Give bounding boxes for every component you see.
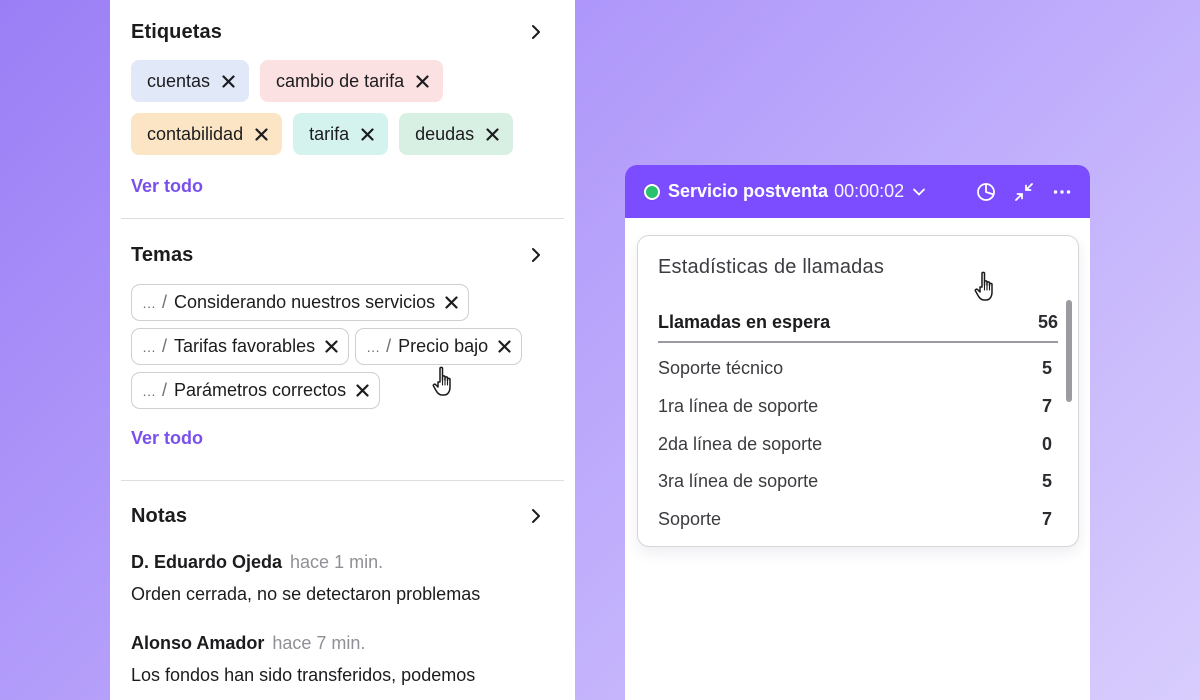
note-item: Alonso Amador hace 7 min. Los fondos han … bbox=[131, 633, 564, 686]
remove-icon[interactable] bbox=[325, 340, 338, 353]
topic-label: Parámetros correctos bbox=[174, 380, 347, 400]
status-indicator bbox=[644, 183, 660, 200]
topic-chip[interactable]: … / Tarifas favorables bbox=[131, 328, 350, 365]
call-timer: 00:00:02 bbox=[834, 181, 905, 201]
stats-divider bbox=[658, 341, 1058, 343]
service-name: Servicio postventa bbox=[668, 181, 829, 201]
tag-chip-cuentas[interactable]: cuentas bbox=[131, 60, 250, 102]
remove-icon[interactable] bbox=[498, 340, 511, 353]
tags-title: Etiquetas bbox=[131, 20, 222, 43]
stat-label: 2da línea de soporte bbox=[658, 433, 823, 454]
tag-chip-deudas[interactable]: deudas bbox=[399, 113, 514, 155]
separator: / bbox=[162, 292, 168, 312]
tag-label: contabilidad bbox=[147, 123, 244, 144]
notes-header[interactable]: Notas bbox=[131, 501, 544, 531]
topic-label: Considerando nuestros servicios bbox=[174, 292, 436, 312]
stats-row: Soporte 7 bbox=[658, 501, 1058, 539]
tag-list: cuentas cambio de tarifa contabilidad ta… bbox=[131, 60, 551, 155]
stats-row: 1ra línea de soporte 7 bbox=[658, 388, 1058, 426]
topic-list: … / Considerando nuestros servicios … / Ta… bbox=[131, 284, 551, 409]
stats-scrollbar[interactable] bbox=[1066, 300, 1072, 402]
topics-see-all-link[interactable]: Ver todo bbox=[131, 428, 203, 449]
remove-icon[interactable] bbox=[222, 74, 235, 88]
topic-chip[interactable]: … / Considerando nuestros servicios bbox=[131, 284, 470, 321]
chevron-down-icon[interactable] bbox=[912, 185, 926, 199]
stat-value: 56 bbox=[1037, 311, 1058, 332]
topic-chip[interactable]: … / Precio bajo bbox=[355, 328, 523, 365]
topics-section: Temas … / Considerando nuestros servicios… bbox=[110, 219, 575, 452]
stats-title: Estadísticas de llamadas bbox=[658, 256, 885, 278]
notes-section: Notas D. Eduardo Ojeda hace 1 min. Orden … bbox=[110, 481, 575, 686]
note-text: Orden cerrada, no se detectaron problema… bbox=[131, 584, 481, 604]
topics-header[interactable]: Temas bbox=[131, 240, 544, 270]
topic-label: Precio bajo bbox=[398, 336, 489, 356]
note-author: Alonso Amador bbox=[131, 633, 265, 653]
tag-label: cuentas bbox=[147, 70, 211, 91]
remove-icon[interactable] bbox=[361, 127, 374, 141]
notes-list: D. Eduardo Ojeda hace 1 min. Orden cerrad… bbox=[131, 552, 564, 686]
tag-chip-cambio-de-tarifa[interactable]: cambio de tarifa bbox=[260, 60, 444, 102]
topics-title: Temas bbox=[131, 243, 194, 266]
header-actions bbox=[976, 182, 1072, 202]
stat-value: 5 bbox=[1041, 358, 1052, 379]
note-time: hace 1 min. bbox=[290, 552, 384, 572]
stat-label: 3ra línea de soporte bbox=[658, 471, 819, 492]
ellipsis: … bbox=[142, 294, 156, 311]
stat-value: 0 bbox=[1041, 433, 1052, 454]
stats-row: 2da línea de soporte 0 bbox=[658, 425, 1058, 463]
chevron-right-icon[interactable] bbox=[528, 24, 544, 40]
call-widget: Servicio postventa 00:00:02 Estadísticas… bbox=[625, 165, 1090, 700]
ellipsis: … bbox=[142, 338, 156, 355]
note-author: D. Eduardo Ojeda bbox=[131, 552, 283, 572]
tags-section: Etiquetas cuentas cambio de tarifa conta… bbox=[110, 0, 575, 200]
topic-chip[interactable]: … / Parámetros correctos bbox=[131, 372, 381, 409]
ellipsis: … bbox=[142, 382, 156, 399]
ellipsis: … bbox=[366, 338, 381, 355]
stat-value: 7 bbox=[1041, 396, 1052, 417]
separator: / bbox=[386, 336, 392, 356]
stat-label: Soporte técnico bbox=[658, 358, 784, 379]
note-text: Los fondos han sido transferidos, podemo… bbox=[131, 665, 476, 685]
remove-icon[interactable] bbox=[255, 127, 268, 141]
stats-row: Soporte técnico 5 bbox=[658, 350, 1058, 388]
widget-header: Servicio postventa 00:00:02 bbox=[625, 165, 1090, 218]
chevron-right-icon[interactable] bbox=[528, 247, 544, 263]
tag-label: cambio de tarifa bbox=[276, 70, 405, 91]
collapse-icon[interactable] bbox=[1014, 182, 1034, 202]
stat-label: Llamadas en espera bbox=[658, 311, 831, 332]
pie-chart-icon[interactable] bbox=[976, 182, 996, 202]
tag-chip-tarifa[interactable]: tarifa bbox=[293, 113, 389, 155]
separator: / bbox=[162, 380, 168, 400]
stat-value: 7 bbox=[1041, 509, 1052, 530]
separator: / bbox=[162, 336, 168, 356]
topic-label: Tarifas favorables bbox=[174, 336, 316, 356]
remove-icon[interactable] bbox=[356, 384, 369, 397]
tag-chip-contabilidad[interactable]: contabilidad bbox=[131, 113, 283, 155]
stat-label: 1ra línea de soporte bbox=[658, 396, 819, 417]
call-stats-card: Estadísticas de llamadas Llamadas en esp… bbox=[637, 235, 1079, 547]
note-item: D. Eduardo Ojeda hace 1 min. Orden cerrad… bbox=[131, 552, 564, 605]
stat-label: Soporte bbox=[658, 509, 722, 530]
stats-total-row: Llamadas en espera 56 bbox=[658, 306, 1058, 338]
stat-value: 5 bbox=[1041, 471, 1052, 492]
notes-title: Notas bbox=[131, 504, 188, 527]
more-icon[interactable] bbox=[1052, 182, 1072, 202]
tag-label: tarifa bbox=[309, 123, 350, 144]
tags-see-all-link[interactable]: Ver todo bbox=[131, 176, 203, 197]
note-time: hace 7 min. bbox=[272, 633, 366, 653]
remove-icon[interactable] bbox=[416, 74, 429, 88]
stats-row: 3ra línea de soporte 5 bbox=[658, 463, 1058, 501]
chevron-right-icon[interactable] bbox=[528, 508, 544, 524]
remove-icon[interactable] bbox=[445, 296, 458, 309]
remove-icon[interactable] bbox=[486, 127, 499, 141]
tag-label: deudas bbox=[415, 123, 475, 144]
tags-header[interactable]: Etiquetas bbox=[131, 17, 544, 47]
details-panel: Etiquetas cuentas cambio de tarifa conta… bbox=[110, 0, 575, 700]
